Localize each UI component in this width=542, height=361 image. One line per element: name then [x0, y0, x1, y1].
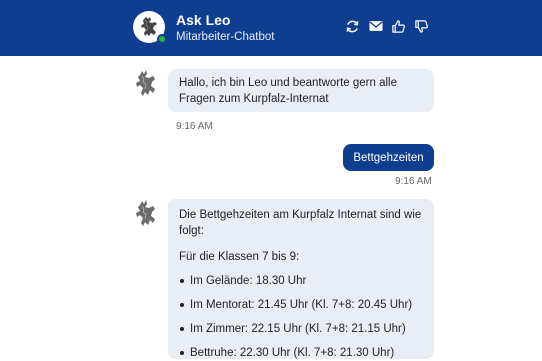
bedtime-list: Im Gelände: 18.30 Uhr Im Mentorat: 21.45…: [179, 273, 423, 361]
chat-subtitle: Mitarbeiter-Chatbot: [176, 31, 275, 43]
bot-message-text: Hallo, ich bin Leo und beantworte gern a…: [179, 77, 398, 105]
mail-icon[interactable]: [367, 18, 384, 35]
message-timestamp: 9:16 AM: [395, 176, 432, 187]
bot-message-bubble: Die Bettgehzeiten am Kurpfalz Internat s…: [168, 199, 434, 359]
online-status-dot: [157, 34, 167, 44]
user-message-bubble: Bettgehzeiten: [343, 144, 434, 171]
list-item: Im Mentorat: 21.45 Uhr (Kl. 7+8: 20.45 U…: [179, 297, 423, 313]
bot-lion-icon: [133, 199, 161, 229]
bot-lion-icon: [133, 69, 161, 99]
user-message-text: Bettgehzeiten: [353, 151, 424, 164]
bot-message-intro: Die Bettgehzeiten am Kurpfalz Internat s…: [179, 209, 422, 237]
bot-avatar: [133, 11, 167, 44]
list-item: Im Zimmer: 22.15 Uhr (Kl. 7+8: 21.15 Uhr…: [179, 321, 423, 337]
thumbs-up-icon[interactable]: [390, 18, 407, 35]
chat-header: Ask Leo Mitarbeiter-Chatbot: [0, 0, 542, 56]
bot-message-bubble: Hallo, ich bin Leo und beantworte gern a…: [168, 69, 434, 112]
header-actions: [344, 16, 430, 36]
list-item: Bettruhe: 22.30 Uhr (Kl. 7+8: 21.30 Uhr): [179, 345, 423, 361]
refresh-icon[interactable]: [344, 18, 361, 35]
bot-message-group-heading: Für die Klassen 7 bis 9:: [179, 251, 300, 263]
message-timestamp: 9:16 AM: [176, 121, 213, 132]
chat-title: Ask Leo: [176, 12, 231, 28]
list-item: Im Gelände: 18.30 Uhr: [179, 273, 423, 289]
thumbs-down-icon[interactable]: [413, 18, 430, 35]
